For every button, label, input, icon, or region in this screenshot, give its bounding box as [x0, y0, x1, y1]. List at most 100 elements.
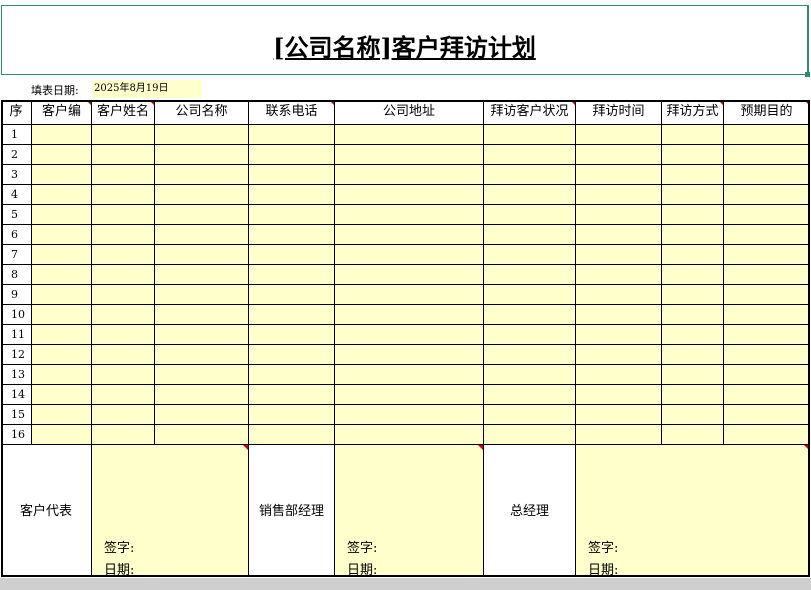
cell-visit-status[interactable]	[484, 265, 576, 285]
cell-customer-name[interactable]	[92, 425, 155, 445]
cell-company-address[interactable]	[335, 305, 484, 325]
cell-company-address[interactable]	[335, 285, 484, 305]
cell-visit-method[interactable]	[662, 205, 724, 225]
cell-company-name[interactable]	[155, 405, 249, 425]
cell-visit-status[interactable]	[484, 185, 576, 205]
cell-company-address[interactable]	[335, 165, 484, 185]
cell-customer-id[interactable]	[32, 185, 92, 205]
cell-customer-name[interactable]	[92, 165, 155, 185]
cell-visit-method[interactable]	[662, 185, 724, 205]
cell-company-name[interactable]	[155, 165, 249, 185]
header-customer-name[interactable]: 客户姓名	[92, 100, 155, 125]
gm-signature-area[interactable]: 签字: 日期:	[576, 445, 810, 578]
cell-company-name[interactable]	[155, 425, 249, 445]
comment-marker-icon[interactable]	[804, 445, 809, 450]
header-visit-method[interactable]: 拜访方式	[662, 100, 724, 125]
cell-phone[interactable]	[249, 125, 335, 145]
cell-customer-name[interactable]	[92, 145, 155, 165]
cell-expected-purpose[interactable]	[724, 165, 810, 185]
cell-customer-name[interactable]	[92, 285, 155, 305]
cell-phone[interactable]	[249, 385, 335, 405]
cell-visit-method[interactable]	[662, 425, 724, 445]
cell-visit-time[interactable]	[576, 405, 662, 425]
cell-visit-method[interactable]	[662, 345, 724, 365]
cell-customer-id[interactable]	[32, 405, 92, 425]
cell-visit-status[interactable]	[484, 225, 576, 245]
cell-customer-name[interactable]	[92, 265, 155, 285]
cell-phone[interactable]	[249, 425, 335, 445]
cell-phone[interactable]	[249, 205, 335, 225]
cell-expected-purpose[interactable]	[724, 325, 810, 345]
cell-company-address[interactable]	[335, 345, 484, 365]
cell-company-address[interactable]	[335, 405, 484, 425]
cell-visit-time[interactable]	[576, 365, 662, 385]
cell-visit-method[interactable]	[662, 365, 724, 385]
cell-visit-time[interactable]	[576, 145, 662, 165]
cell-company-address[interactable]	[335, 325, 484, 345]
header-visit-status[interactable]: 拜访客户状况	[484, 100, 576, 125]
rep-signature-area[interactable]: 签字: 日期:	[92, 445, 249, 578]
cell-customer-name[interactable]	[92, 305, 155, 325]
cell-phone[interactable]	[249, 265, 335, 285]
cell-customer-id[interactable]	[32, 365, 92, 385]
cell-customer-name[interactable]	[92, 205, 155, 225]
cell-visit-status[interactable]	[484, 425, 576, 445]
cell-customer-name[interactable]	[92, 245, 155, 265]
cell-visit-status[interactable]	[484, 385, 576, 405]
cell-company-address[interactable]	[335, 225, 484, 245]
cell-visit-status[interactable]	[484, 285, 576, 305]
cell-visit-method[interactable]	[662, 165, 724, 185]
cell-customer-name[interactable]	[92, 185, 155, 205]
cell-visit-time[interactable]	[576, 265, 662, 285]
cell-visit-status[interactable]	[484, 325, 576, 345]
cell-company-name[interactable]	[155, 285, 249, 305]
cell-customer-id[interactable]	[32, 425, 92, 445]
header-company-name[interactable]: 公司名称	[155, 100, 249, 125]
cell-visit-status[interactable]	[484, 205, 576, 225]
header-phone[interactable]: 联系电话	[249, 100, 335, 125]
sales-manager-signature-area[interactable]: 签字: 日期:	[335, 445, 484, 578]
cell-expected-purpose[interactable]	[724, 285, 810, 305]
cell-expected-purpose[interactable]	[724, 425, 810, 445]
cell-company-address[interactable]	[335, 385, 484, 405]
cell-company-name[interactable]	[155, 345, 249, 365]
cell-expected-purpose[interactable]	[724, 345, 810, 365]
cell-visit-time[interactable]	[576, 205, 662, 225]
cell-company-name[interactable]	[155, 385, 249, 405]
cell-visit-method[interactable]	[662, 325, 724, 345]
cell-visit-time[interactable]	[576, 165, 662, 185]
cell-visit-status[interactable]	[484, 345, 576, 365]
cell-customer-id[interactable]	[32, 265, 92, 285]
cell-company-address[interactable]	[335, 125, 484, 145]
cell-visit-status[interactable]	[484, 365, 576, 385]
cell-phone[interactable]	[249, 185, 335, 205]
resize-handle[interactable]	[805, 72, 810, 77]
cell-customer-id[interactable]	[32, 245, 92, 265]
cell-company-address[interactable]	[335, 265, 484, 285]
cell-company-address[interactable]	[335, 185, 484, 205]
cell-company-name[interactable]	[155, 265, 249, 285]
cell-phone[interactable]	[249, 325, 335, 345]
cell-company-address[interactable]	[335, 365, 484, 385]
cell-expected-purpose[interactable]	[724, 405, 810, 425]
cell-company-name[interactable]	[155, 305, 249, 325]
cell-company-name[interactable]	[155, 225, 249, 245]
cell-customer-id[interactable]	[32, 345, 92, 365]
cell-company-address[interactable]	[335, 245, 484, 265]
cell-expected-purpose[interactable]	[724, 365, 810, 385]
cell-visit-method[interactable]	[662, 405, 724, 425]
cell-visit-status[interactable]	[484, 245, 576, 265]
header-company-address[interactable]: 公司地址	[335, 100, 484, 125]
cell-phone[interactable]	[249, 145, 335, 165]
cell-visit-status[interactable]	[484, 145, 576, 165]
header-customer-id[interactable]: 客户编	[32, 100, 92, 125]
cell-expected-purpose[interactable]	[724, 205, 810, 225]
cell-customer-name[interactable]	[92, 225, 155, 245]
cell-visit-status[interactable]	[484, 305, 576, 325]
cell-visit-time[interactable]	[576, 345, 662, 365]
cell-customer-id[interactable]	[32, 385, 92, 405]
cell-phone[interactable]	[249, 305, 335, 325]
cell-customer-id[interactable]	[32, 205, 92, 225]
cell-company-address[interactable]	[335, 145, 484, 165]
cell-company-name[interactable]	[155, 365, 249, 385]
